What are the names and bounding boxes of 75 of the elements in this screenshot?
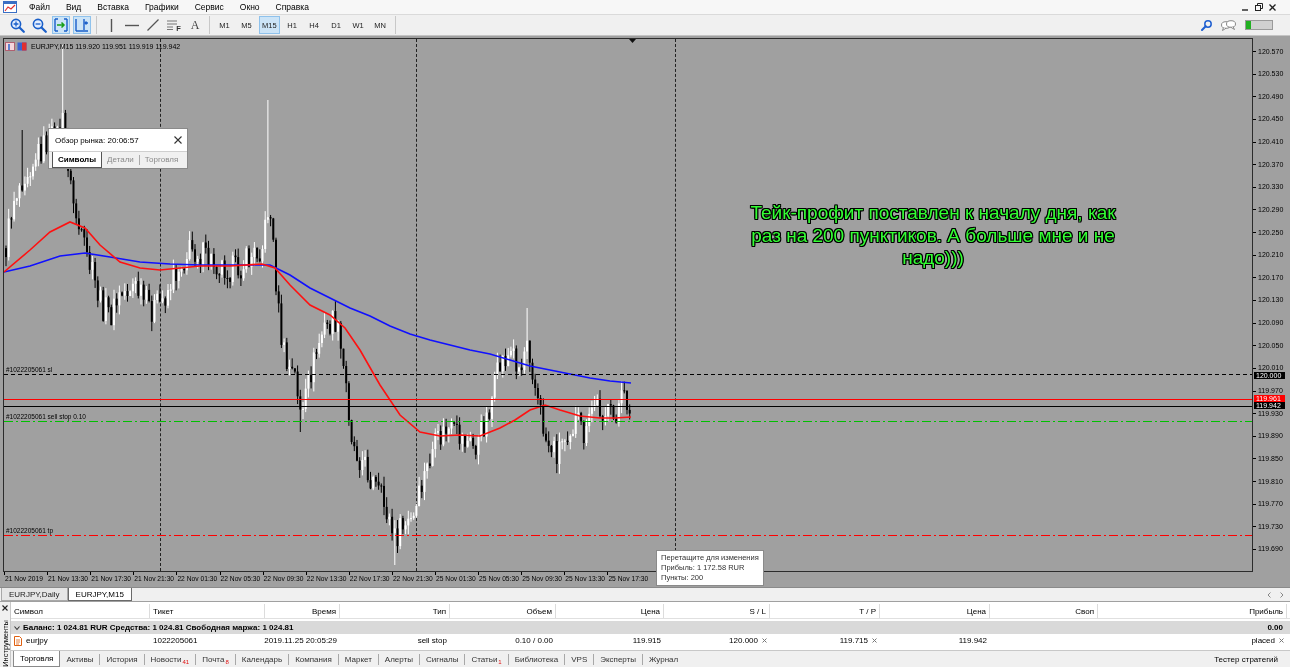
- balance-summary: Баланс: 1 024.81 RUR Средства: 1 024.81 Свободная маржа: 1 024.81: [23, 623, 294, 632]
- terminal-tab[interactable]: VPS: [564, 653, 594, 665]
- terminal-tab[interactable]: Календарь: [234, 653, 289, 665]
- cross-icon[interactable]: [1279, 638, 1284, 643]
- table-cell-text: 1022205061: [152, 636, 199, 645]
- zoom-out-button[interactable]: [30, 16, 49, 34]
- cross-icon[interactable]: [872, 638, 877, 643]
- terminal-tab[interactable]: Алерты: [377, 653, 419, 665]
- terminal-tab[interactable]: Торговля: [13, 651, 61, 667]
- chevron-left-icon[interactable]: [1267, 591, 1271, 598]
- annotation-text: Тейк-профит поставлен к началу дня, как раз на 200 пунктиков. А больше мне и не надо))): [749, 202, 1117, 270]
- chat-icon[interactable]: [1221, 19, 1236, 31]
- chevron-down-icon[interactable]: [14, 624, 20, 631]
- strategy-tester-tab[interactable]: Тестер стратегий: [1214, 654, 1278, 664]
- auto-scroll-button[interactable]: [52, 16, 70, 34]
- terminal-tab[interactable]: Статьи$_{1}$: [464, 653, 508, 665]
- column-header[interactable]: Тикет: [150, 604, 265, 618]
- menu-item[interactable]: Сервис: [186, 1, 232, 13]
- table-cell-text: 2019.11.25 20:05:29: [265, 636, 338, 645]
- zoom-in-button[interactable]: [8, 16, 27, 34]
- terminal-tab[interactable]: Новости$_{41}$: [143, 653, 196, 665]
- terminal-tab[interactable]: Маркет: [337, 653, 378, 665]
- terminal-tab[interactable]: Активы: [60, 653, 100, 665]
- chart-tab[interactable]: EURJPY,M15: [67, 588, 132, 601]
- app-icon[interactable]: [3, 1, 17, 13]
- text-tool-button[interactable]: A: [186, 16, 204, 34]
- column-header[interactable]: Символ: [11, 604, 150, 618]
- terminal-tab[interactable]: История: [99, 653, 144, 665]
- column-header[interactable]: Тип: [340, 604, 450, 618]
- column-header[interactable]: Объем: [450, 604, 556, 618]
- zoom-in-icon: [10, 17, 25, 33]
- column-header[interactable]: S / L: [664, 604, 770, 618]
- close-icon[interactable]: [1269, 3, 1276, 11]
- table-cell-text: 0.10 / 0.00: [514, 636, 554, 645]
- table-cell: 119.715: [839, 636, 868, 645]
- menu-item[interactable]: Вид: [57, 1, 90, 13]
- terminal-tab[interactable]: Эксперты: [593, 653, 643, 665]
- chart-shift-icon: [75, 18, 89, 32]
- chart-tab[interactable]: EURJPY,Daily: [1, 588, 68, 601]
- menu-item[interactable]: Графики: [136, 1, 187, 13]
- total-profit: 0.00: [1267, 623, 1283, 632]
- menu-item[interactable]: Вставка: [89, 1, 137, 13]
- terminal-tab[interactable]: Журнал: [642, 653, 685, 665]
- menu-item[interactable]: Файл: [21, 1, 58, 13]
- column-header[interactable]: Время: [265, 604, 340, 618]
- column-header[interactable]: Цена: [556, 604, 664, 618]
- order-icon: [14, 635, 22, 646]
- auto-scroll-icon: [54, 18, 68, 32]
- close-icon[interactable]: [2, 605, 8, 611]
- table-cell-text: 119.915: [631, 636, 662, 645]
- column-header[interactable]: Прибыль: [1098, 604, 1287, 618]
- menu-item[interactable]: Окно: [231, 1, 268, 13]
- terminal-tab[interactable]: Почта$_{8}$: [195, 653, 235, 665]
- column-header[interactable]: Своп: [990, 604, 1098, 618]
- search-icon[interactable]: [1201, 19, 1212, 31]
- column-header[interactable]: Цена: [880, 604, 990, 618]
- table-cell: eurjpy: [26, 636, 48, 645]
- vertical-line-icon: [109, 18, 113, 32]
- table-cell-text: sell stop: [416, 636, 448, 645]
- terminal-tab[interactable]: Компания: [288, 653, 338, 665]
- chevron-right-icon[interactable]: [1280, 591, 1284, 598]
- terminal-tab[interactable]: Библиотека: [507, 653, 565, 665]
- table-cell-text: 119.942: [957, 636, 988, 645]
- horizontal-line-icon: [125, 23, 139, 27]
- zoom-out-icon: [32, 17, 47, 33]
- menu-item[interactable]: Справка: [267, 1, 317, 13]
- terminal-tab[interactable]: Сигналы: [418, 653, 465, 665]
- restore-icon[interactable]: [1255, 3, 1263, 11]
- cross-icon[interactable]: [762, 638, 767, 643]
- column-header[interactable]: T / P: [770, 604, 880, 618]
- fibonacci-lines-icon: [167, 20, 178, 30]
- table-cell: 120.000: [729, 636, 758, 645]
- chart-shift-button[interactable]: [73, 16, 91, 34]
- diagonal-line-icon: [147, 19, 159, 31]
- table-cell: placed: [1251, 636, 1275, 645]
